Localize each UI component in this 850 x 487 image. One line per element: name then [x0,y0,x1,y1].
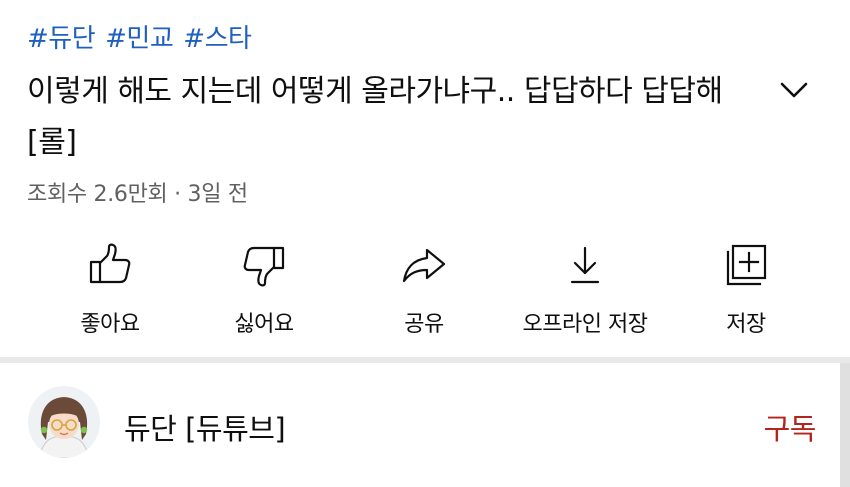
video-meta: 조회수 2.6만회 · 3일 전 [27,182,248,207]
video-title[interactable]: 이렇게 해도 지는데 어떻게 올라가냐구.. 답답하다 답답해 [롤] [27,66,747,168]
dislike-button[interactable]: 싫어요 [184,232,344,342]
offline-save-button[interactable]: 오프라인 저장 [505,232,665,342]
channel-name[interactable]: 듀단 [듀튜브] [124,406,286,448]
avatar-illustration [28,386,100,458]
add-to-playlist-icon [726,244,767,286]
channel-avatar[interactable] [28,386,100,458]
hashtag-link[interactable]: #듀단 [27,18,96,55]
dislike-label: 싫어요 [234,312,294,337]
hashtag-list: #듀단 #민교 #스타 [27,18,252,55]
share-label: 공유 [404,312,444,337]
hashtag-link[interactable]: #민교 [105,18,174,55]
like-label: 좋아요 [80,312,140,337]
thumbs-up-icon [89,243,131,284]
like-button[interactable]: 좋아요 [30,232,190,342]
save-label: 저장 [726,312,766,337]
channel-row[interactable]: 듀단 [듀튜브] 구독 [0,372,838,487]
chevron-down-icon [780,82,808,98]
share-arrow-icon [402,248,446,283]
hashtag-link[interactable]: #스타 [183,18,252,55]
section-divider [0,357,850,363]
share-button[interactable]: 공유 [344,232,504,342]
offline-save-label: 오프라인 저장 [522,312,648,337]
save-button[interactable]: 저장 [666,232,826,342]
expand-description-button[interactable] [776,76,812,104]
action-bar: 좋아요 싫어요 공유 오프라인 저장 저장 [0,232,850,342]
subscribe-button[interactable]: 구독 [764,406,817,448]
thumbs-down-icon [243,246,285,287]
scrollbar-thumb[interactable] [840,363,850,487]
download-icon [570,246,600,284]
